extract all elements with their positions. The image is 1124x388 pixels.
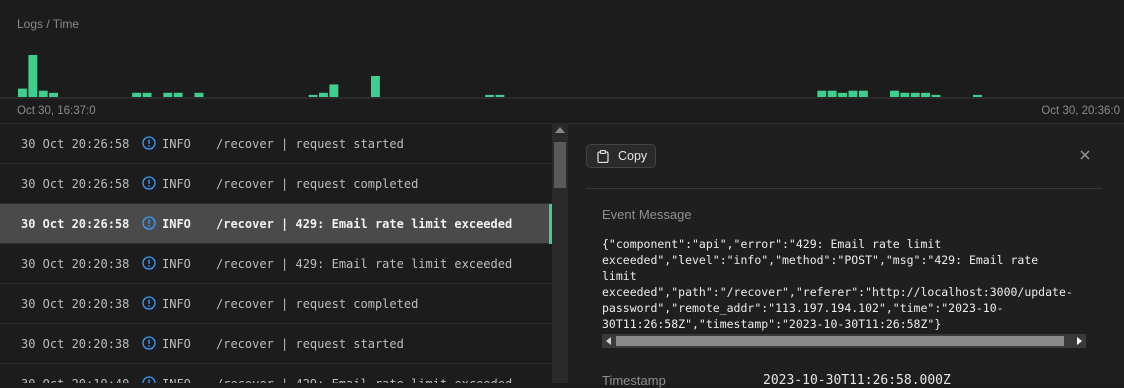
log-timestamp: 30 Oct 20:20:38 [21, 337, 130, 351]
histogram-bar[interactable] [142, 92, 152, 97]
histogram-bar[interactable] [329, 84, 339, 97]
histogram-bar[interactable] [319, 92, 328, 97]
histogram-bar[interactable] [910, 92, 920, 97]
histogram-bar[interactable] [921, 92, 930, 97]
log-row[interactable]: 30 Oct 20:20:38 INFO/recover | 429: Email… [0, 244, 552, 284]
log-timestamp: 30 Oct 20:26:58 [21, 137, 130, 151]
histogram-bar[interactable] [900, 92, 910, 97]
histogram-bar[interactable] [49, 92, 58, 97]
log-list[interactable]: 30 Oct 20:26:58 INFO/recover | request st… [0, 124, 552, 383]
histogram-bar[interactable] [485, 94, 494, 97]
log-timestamp: 30 Oct 20:20:38 [21, 297, 130, 311]
info-circle-icon [142, 176, 156, 190]
histogram-bar[interactable] [132, 92, 142, 97]
timestamp-value: 2023-10-30T11:26:58.000Z [763, 373, 951, 388]
info-circle-icon [142, 296, 156, 310]
scroll-left-arrow-icon[interactable] [606, 337, 611, 345]
histogram-bar[interactable] [848, 90, 858, 97]
event-message-box[interactable]: {"component":"api","error":"429: Email r… [602, 236, 1086, 350]
copy-button-label: Copy [618, 149, 648, 163]
log-list-scroll-thumb[interactable] [554, 142, 566, 188]
histogram-bar[interactable] [18, 88, 27, 97]
log-level: INFO [162, 177, 191, 191]
log-message: /recover | request completed [216, 177, 419, 191]
log-message: /recover | request started [216, 137, 404, 151]
histogram-bar[interactable] [495, 94, 505, 97]
histogram-bar[interactable] [827, 90, 837, 97]
log-message: /recover | request started [216, 337, 404, 351]
histogram-bar[interactable] [931, 94, 941, 97]
log-level: INFO [162, 297, 191, 311]
event-message-hscroll-thumb[interactable] [616, 336, 1064, 346]
histogram [0, 55, 1124, 99]
logs-time-chart: Logs / Time Oct 30, 16:37:0 Oct 30, 20:3… [0, 0, 1124, 124]
info-circle-icon [142, 216, 156, 230]
info-circle-icon [142, 336, 156, 350]
log-message: /recover | 429: Email rate limit exceede… [216, 257, 513, 271]
histogram-bar[interactable] [973, 94, 982, 97]
histogram-bar[interactable] [38, 90, 48, 97]
scroll-right-arrow-icon[interactable] [1077, 337, 1082, 345]
event-message-label: Event Message [602, 207, 692, 222]
histogram-bar[interactable] [194, 92, 204, 97]
scroll-up-arrow-icon[interactable] [555, 127, 565, 133]
copy-button[interactable]: Copy [586, 144, 656, 168]
histogram-bar[interactable] [163, 92, 173, 97]
clipboard-icon [597, 150, 609, 163]
event-message-text: {"component":"api","error":"429: Email r… [602, 237, 1073, 331]
log-row[interactable]: 30 Oct 20:19:40 INFO/recover | 429: Email… [0, 364, 552, 383]
log-row[interactable]: 30 Oct 20:26:58 INFO/recover | 429: Email… [0, 204, 552, 244]
detail-divider [586, 188, 1102, 189]
log-level: INFO [162, 137, 191, 151]
log-row[interactable]: 30 Oct 20:26:58 INFO/recover | request co… [0, 164, 552, 204]
log-row[interactable]: 30 Oct 20:20:38 INFO/recover | request st… [0, 324, 552, 364]
histogram-bar[interactable] [838, 92, 847, 97]
close-icon[interactable] [1078, 148, 1092, 162]
log-level: INFO [162, 377, 191, 383]
log-timestamp: 30 Oct 20:19:40 [21, 377, 129, 383]
histogram-bar[interactable] [858, 90, 868, 97]
x-axis-start-label: Oct 30, 16:37:0 [17, 105, 96, 117]
histogram-bar[interactable] [173, 92, 183, 97]
log-row[interactable]: 30 Oct 20:26:58 INFO/recover | request st… [0, 124, 552, 164]
info-circle-icon [142, 136, 156, 150]
log-row[interactable]: 30 Oct 20:20:38 INFO/recover | request co… [0, 284, 552, 324]
log-level: INFO [162, 337, 191, 351]
x-axis-end-label: Oct 30, 20:36:0 [1041, 105, 1120, 117]
histogram-bar[interactable] [371, 76, 380, 97]
log-level: INFO [162, 217, 191, 231]
histogram-bar[interactable] [308, 94, 318, 97]
event-message-hscrollbar[interactable] [602, 334, 1086, 348]
histogram-bar[interactable] [817, 90, 827, 97]
log-timestamp: 30 Oct 20:26:58 [21, 217, 130, 231]
log-level: INFO [162, 257, 191, 271]
histogram-bar[interactable] [28, 55, 38, 97]
timestamp-label: Timestamp [602, 373, 666, 388]
info-circle-icon [142, 376, 156, 383]
log-message: /recover | 429: Email rate limit exceede… [216, 217, 513, 231]
log-detail-panel: Copy Event Message {"component":"api","e… [568, 124, 1124, 388]
log-message: /recover | request completed [216, 297, 419, 311]
log-timestamp: 30 Oct 20:26:58 [21, 177, 130, 191]
histogram-bar[interactable] [890, 90, 899, 97]
log-message: /recover | 429: Email rate limit exceede… [216, 377, 512, 383]
log-timestamp: 30 Oct 20:20:38 [21, 257, 130, 271]
info-circle-icon [142, 256, 156, 270]
